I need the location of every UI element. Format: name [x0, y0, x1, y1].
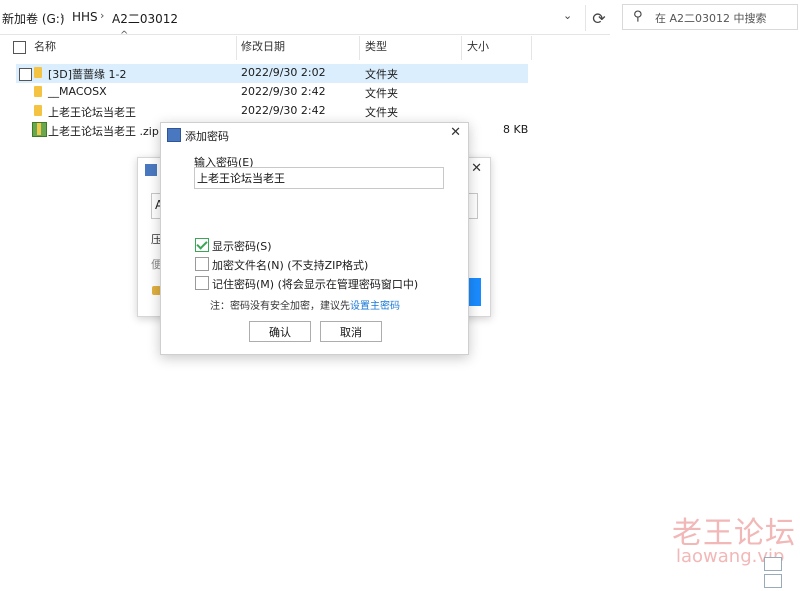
show-password-label[interactable]: 显示密码(S) [212, 238, 272, 254]
app-icon [167, 128, 181, 142]
close-icon[interactable]: ✕ [450, 125, 461, 140]
file-type: 文件夹 [365, 106, 398, 119]
file-row[interactable]: 上老王论坛当老王 2022/9/30 2:42 文件夹 [16, 102, 528, 121]
details-view-icon[interactable] [764, 557, 782, 571]
add-password-dialog: 添加密码 ✕ 输入密码(E) 显示密码(S) 加密文件名(N) (不支持ZIP格… [160, 122, 469, 355]
app-icon [145, 164, 157, 176]
column-header-modified[interactable]: 修改日期 [241, 36, 285, 60]
column-divider[interactable] [236, 36, 237, 60]
sort-ascending-icon: ^ [120, 30, 129, 41]
breadcrumb-drive[interactable]: 新加卷 (G:) [2, 10, 65, 27]
refresh-icon[interactable]: ⟳ [585, 5, 612, 31]
breadcrumb-current-folder[interactable]: A2二03012 [112, 10, 178, 27]
column-header-type[interactable]: 类型 [365, 36, 387, 60]
breadcrumb-separator-icon: › [60, 9, 65, 22]
column-header-name[interactable]: 名称 [34, 36, 56, 60]
large-icons-view-icon[interactable] [764, 574, 782, 588]
cancel-button[interactable]: 取消 [320, 321, 382, 342]
security-note-text: 注：密码没有安全加密，建议先 [210, 301, 350, 312]
column-divider[interactable] [359, 36, 360, 60]
folder-icon [34, 67, 42, 78]
dialog-title: 添加密码 [185, 130, 229, 143]
file-type: 文件夹 [365, 68, 398, 81]
file-name: 上老王论坛当老王 .zip [48, 125, 159, 138]
row-checkbox[interactable] [19, 68, 32, 81]
confirm-button[interactable]: 确认 [249, 321, 311, 342]
select-all-checkbox[interactable] [13, 41, 26, 54]
show-password-checkbox[interactable] [195, 238, 209, 252]
column-header-size[interactable]: 大小 [467, 36, 489, 60]
folder-icon [34, 86, 42, 97]
search-icon: ⚲ [633, 9, 643, 24]
folder-icon [34, 105, 42, 116]
file-type: 文件夹 [365, 87, 398, 100]
column-divider[interactable] [461, 36, 462, 60]
password-input[interactable] [194, 167, 444, 189]
primary-button[interactable] [469, 278, 481, 306]
remember-password-label[interactable]: 记住密码(M) (将会显示在管理密码窗口中) [212, 276, 418, 292]
file-name: __MACOSX [48, 85, 107, 98]
file-size: 8 KB [503, 123, 529, 136]
breadcrumb-hhs[interactable]: HHS [72, 10, 98, 24]
file-modified: 2022/9/30 2:02 [241, 66, 326, 79]
search-box[interactable]: ⚲ [622, 4, 798, 30]
encrypt-filenames-checkbox[interactable] [195, 257, 209, 271]
set-master-password-link[interactable]: 设置主密码 [350, 301, 400, 312]
remember-password-checkbox[interactable] [195, 276, 209, 290]
file-modified: 2022/9/30 2:42 [241, 104, 326, 117]
search-input[interactable] [653, 8, 797, 28]
chevron-down-icon[interactable]: ⌄ [563, 9, 572, 22]
encrypt-filenames-label[interactable]: 加密文件名(N) (不支持ZIP格式) [212, 257, 368, 273]
view-toggle [762, 557, 800, 591]
breadcrumb-separator-icon: › [100, 9, 105, 22]
close-icon[interactable]: ✕ [471, 161, 482, 176]
address-bar[interactable]: 新加卷 (G:) › HHS › A2二03012 ⌄ [0, 0, 610, 35]
file-name: [3D]蔷蔷缘 1-2 [48, 68, 127, 81]
file-row[interactable]: __MACOSX 2022/9/30 2:42 文件夹 [16, 83, 528, 102]
file-modified: 2022/9/30 2:42 [241, 85, 326, 98]
file-name: 上老王论坛当老王 [48, 106, 136, 119]
file-row[interactable]: [3D]蔷蔷缘 1-2 2022/9/30 2:02 文件夹 [16, 64, 528, 83]
security-note: 注：密码没有安全加密，建议先设置主密码 [210, 297, 400, 312]
zip-archive-icon [32, 122, 47, 137]
column-divider[interactable] [531, 36, 532, 60]
